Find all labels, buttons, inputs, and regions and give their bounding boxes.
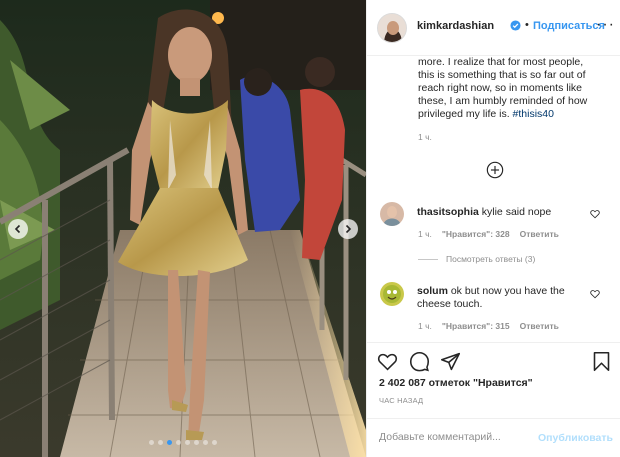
caption-line: privileged my life is. <box>418 108 510 120</box>
caption-hashtag[interactable]: #thisis40 <box>513 108 554 120</box>
post-timestamp[interactable]: ЧАС НАЗАД <box>379 396 423 405</box>
caption-line: more. I realize that for most people, <box>418 56 584 68</box>
caption-timestamp[interactable]: 1 ч. <box>418 132 432 142</box>
author-avatar[interactable] <box>377 13 407 43</box>
comment-likes-count[interactable]: "Нравится": 328 <box>442 229 510 239</box>
carousel-dot <box>158 440 163 445</box>
heart-icon[interactable] <box>590 289 600 299</box>
author-username[interactable]: kimkardashian <box>417 20 494 32</box>
commenter-avatar-image <box>380 282 404 306</box>
reply-button[interactable]: Ответить <box>520 229 559 239</box>
comment-meta: 1 ч. "Нравится": 328 Ответить <box>418 229 559 239</box>
post-header: kimkardashian • Подписаться ··· <box>367 0 620 56</box>
chevron-left-icon <box>14 224 21 234</box>
more-options-button[interactable]: ··· <box>596 16 615 34</box>
publish-button[interactable]: Опубликовать <box>538 432 613 444</box>
comment-timestamp[interactable]: 1 ч. <box>418 229 432 239</box>
likes-count[interactable]: 2 402 087 отметок "Нравится" <box>379 377 533 389</box>
post-actions-bar <box>367 342 620 382</box>
comment-icon[interactable] <box>409 351 430 372</box>
bookmark-icon[interactable] <box>591 351 612 372</box>
carousel-dot <box>176 440 181 445</box>
carousel-dot <box>167 440 172 445</box>
carousel-dot <box>194 440 199 445</box>
add-comment-section: Опубликовать <box>367 418 620 457</box>
chevron-right-icon <box>345 224 352 234</box>
comment-timestamp[interactable]: 1 ч. <box>418 321 432 331</box>
reply-button[interactable]: Ответить <box>520 321 559 331</box>
comment-input[interactable] <box>379 431 529 443</box>
commenter-avatar-image <box>380 202 404 226</box>
comment-text: thasitsophia kylie said nope <box>417 206 592 219</box>
commenter-avatar[interactable] <box>380 282 404 306</box>
replies-divider-line <box>418 258 438 260</box>
view-replies-button[interactable]: Посмотреть ответы (3) <box>418 254 535 264</box>
verified-badge-icon <box>510 20 521 31</box>
author-avatar-image <box>378 14 406 42</box>
carousel-dot <box>203 440 208 445</box>
comment-text: solum ok but now you have the cheese tou… <box>417 285 592 311</box>
caption-line: these, I am humbly reminded of how <box>418 95 588 107</box>
comment-likes-count[interactable]: "Нравится": 315 <box>442 321 510 331</box>
header-separator: • <box>525 19 529 31</box>
carousel-next-button[interactable] <box>338 219 358 239</box>
commenter-avatar[interactable] <box>380 202 404 226</box>
carousel-dot <box>212 440 217 445</box>
carousel-dot <box>185 440 190 445</box>
carousel-dot <box>149 440 154 445</box>
follow-button[interactable]: Подписаться <box>533 20 605 32</box>
carousel-prev-button[interactable] <box>8 219 28 239</box>
post-photo[interactable] <box>0 0 366 457</box>
share-icon[interactable] <box>440 351 461 372</box>
heart-icon[interactable] <box>377 351 398 372</box>
view-replies-label: Посмотреть ответы (3) <box>446 254 536 264</box>
caption-line: reach right now, so in moments like <box>418 82 582 94</box>
photo-scene <box>0 0 366 457</box>
caption-line: this is something that is so far out of <box>418 69 586 81</box>
comment-meta: 1 ч. "Нравится": 315 Ответить <box>418 321 559 331</box>
post-side-panel: kimkardashian • Подписаться ··· more. I … <box>366 0 620 457</box>
post-caption: more. I realize that for most people, th… <box>418 56 613 121</box>
comment-body: kylie said nope <box>481 206 552 218</box>
plus-circle-icon[interactable] <box>486 161 504 179</box>
comment-username[interactable]: thasitsophia <box>417 206 479 218</box>
heart-icon[interactable] <box>590 209 600 219</box>
carousel-indicator <box>0 440 366 445</box>
comment-username[interactable]: solum <box>417 285 448 297</box>
